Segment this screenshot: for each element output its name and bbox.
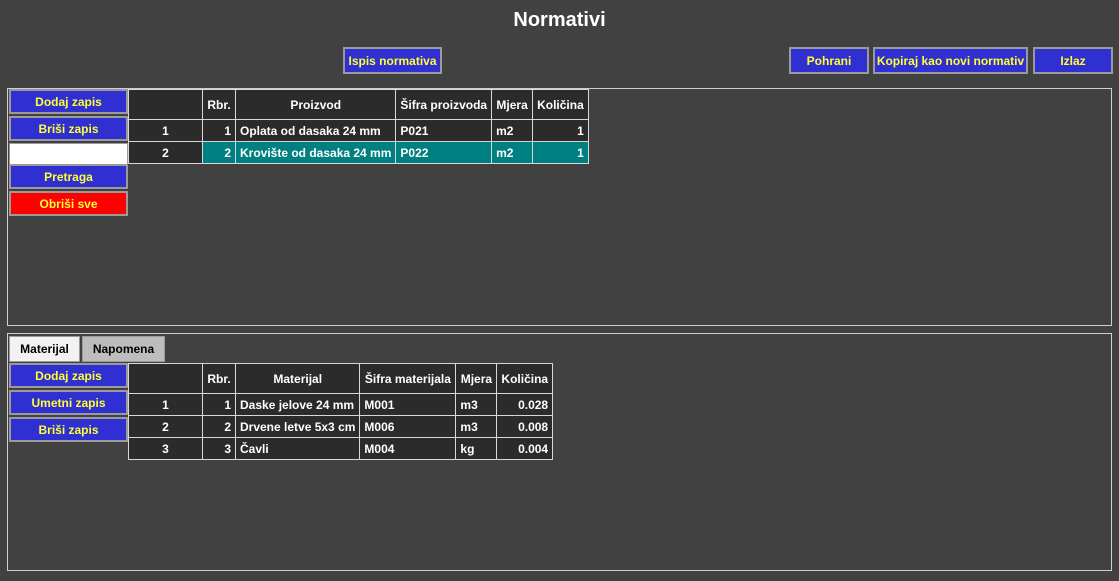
save-button[interactable]: Pohrani — [789, 47, 869, 74]
table-row[interactable]: 3 3 Čavli M004 kg 0.004 — [128, 437, 554, 460]
column-header-unit[interactable]: Mjera — [455, 363, 498, 394]
column-header-product-code[interactable]: Šifra proizvoda — [395, 89, 493, 120]
row-product-code[interactable]: P022 — [395, 141, 493, 164]
insert-material-button[interactable]: Umetni zapis — [9, 390, 128, 415]
column-header-material-code[interactable]: Šifra materijala — [359, 363, 457, 394]
clear-all-button[interactable]: Obriši sve — [9, 191, 128, 216]
products-table: Rbr. Proizvod Šifra proizvoda Mjera Koli… — [128, 89, 589, 164]
table-header-row: Rbr. Materijal Šifra materijala Mjera Ko… — [128, 363, 554, 394]
search-input[interactable] — [9, 143, 128, 165]
column-header-material[interactable]: Materijal — [234, 363, 361, 394]
row-unit[interactable]: kg — [455, 437, 498, 460]
row-quantity[interactable]: 1 — [532, 119, 589, 142]
column-header-index — [128, 363, 203, 394]
column-header-rbr[interactable]: Rbr. — [202, 89, 236, 120]
add-product-button[interactable]: Dodaj zapis — [9, 89, 128, 114]
column-header-quantity[interactable]: Količina — [496, 363, 554, 394]
row-material-code[interactable]: M006 — [359, 415, 457, 438]
row-product-code[interactable]: P021 — [395, 119, 493, 142]
add-material-button[interactable]: Dodaj zapis — [9, 363, 128, 388]
exit-button[interactable]: Izlaz — [1033, 47, 1113, 74]
materials-table: Rbr. Materijal Šifra materijala Mjera Ko… — [128, 363, 554, 460]
row-quantity[interactable]: 0.008 — [496, 415, 554, 438]
search-button[interactable]: Pretraga — [9, 164, 128, 189]
row-material[interactable]: Daske jelove 24 mm — [234, 393, 361, 416]
row-rbr[interactable]: 3 — [202, 437, 236, 460]
table-header-row: Rbr. Proizvod Šifra proizvoda Mjera Koli… — [128, 89, 589, 120]
column-header-rbr[interactable]: Rbr. — [202, 363, 236, 394]
table-row[interactable]: 1 1 Oplata od dasaka 24 mm P021 m2 1 — [128, 119, 589, 142]
row-index[interactable]: 3 — [128, 437, 203, 460]
row-material-code[interactable]: M004 — [359, 437, 457, 460]
column-header-unit[interactable]: Mjera — [491, 89, 534, 120]
row-quantity[interactable]: 0.028 — [496, 393, 554, 416]
row-material-code[interactable]: M001 — [359, 393, 457, 416]
row-index[interactable]: 1 — [128, 393, 203, 416]
row-quantity[interactable]: 0.004 — [496, 437, 554, 460]
row-index[interactable]: 1 — [128, 119, 203, 142]
row-material[interactable]: Čavli — [234, 437, 361, 460]
page-title: Normativi — [513, 9, 606, 31]
tab-materijal[interactable]: Materijal — [9, 336, 80, 362]
row-unit[interactable]: m2 — [491, 119, 534, 142]
tab-napomena[interactable]: Napomena — [82, 336, 165, 362]
row-unit[interactable]: m3 — [455, 393, 498, 416]
column-header-index — [128, 89, 203, 120]
column-header-quantity[interactable]: Količina — [532, 89, 589, 120]
row-quantity[interactable]: 1 — [532, 141, 589, 164]
table-row-selected[interactable]: 2 2 Krovište od dasaka 24 mm P022 m2 1 — [128, 141, 589, 164]
row-material[interactable]: Drvene letve 5x3 cm — [234, 415, 361, 438]
delete-product-button[interactable]: Briši zapis — [9, 116, 128, 141]
row-rbr[interactable]: 1 — [202, 119, 236, 142]
delete-material-button[interactable]: Briši zapis — [9, 417, 128, 442]
row-unit[interactable]: m2 — [491, 141, 534, 164]
row-index[interactable]: 2 — [128, 415, 203, 438]
copy-as-new-normative-button[interactable]: Kopiraj kao novi normativ — [873, 47, 1028, 74]
column-header-product[interactable]: Proizvod — [234, 89, 397, 120]
row-product[interactable]: Oplata od dasaka 24 mm — [234, 119, 397, 142]
row-unit[interactable]: m3 — [455, 415, 498, 438]
row-rbr[interactable]: 2 — [202, 141, 236, 164]
print-normative-button[interactable]: Ispis normativa — [343, 47, 442, 74]
row-rbr[interactable]: 1 — [202, 393, 236, 416]
table-row[interactable]: 1 1 Daske jelove 24 mm M001 m3 0.028 — [128, 393, 554, 416]
row-index[interactable]: 2 — [128, 141, 203, 164]
row-product[interactable]: Krovište od dasaka 24 mm — [234, 141, 397, 164]
row-rbr[interactable]: 2 — [202, 415, 236, 438]
table-row[interactable]: 2 2 Drvene letve 5x3 cm M006 m3 0.008 — [128, 415, 554, 438]
